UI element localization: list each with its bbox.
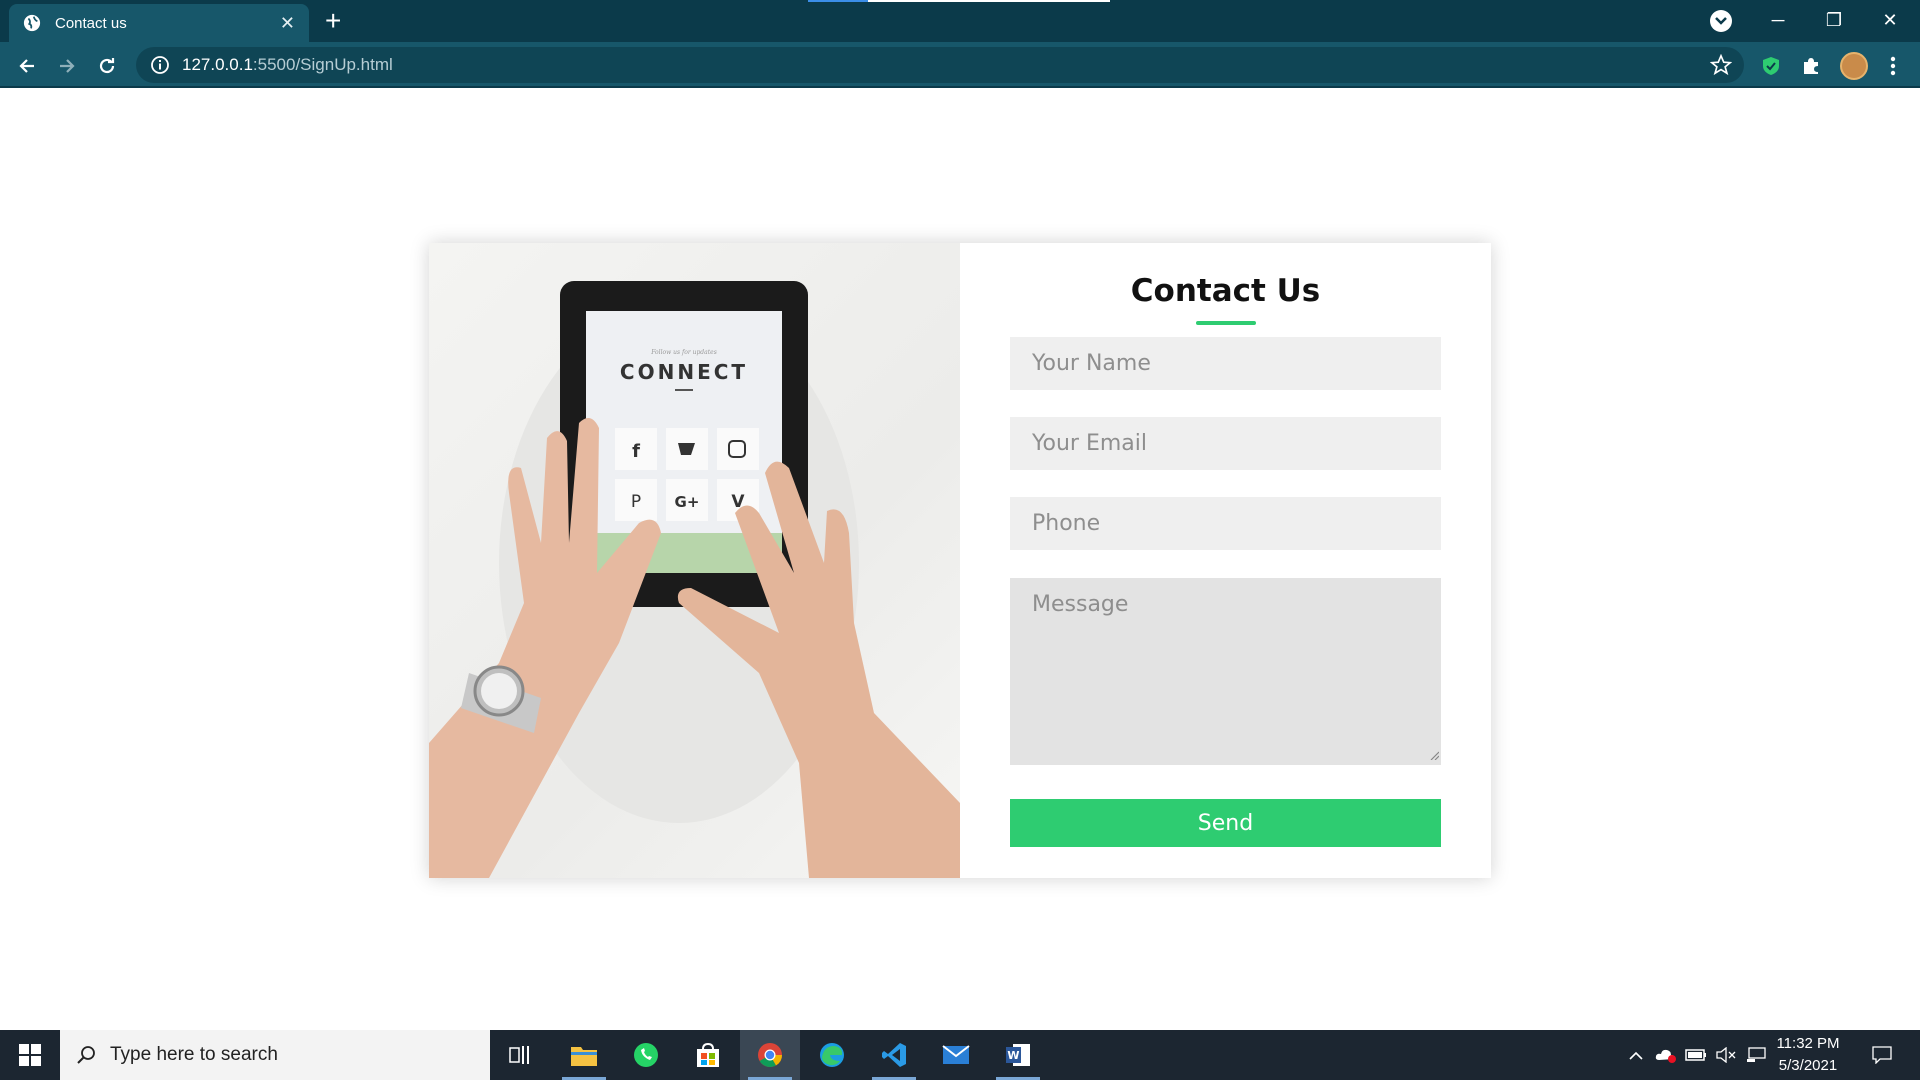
battery-icon	[1685, 1049, 1706, 1061]
folder-icon	[571, 1047, 597, 1066]
notifications-button[interactable]	[1862, 1030, 1902, 1080]
vscode-app[interactable]	[864, 1030, 924, 1080]
reload-icon	[99, 58, 115, 74]
close-window-button[interactable]: ✕	[1862, 0, 1918, 40]
globe-icon	[23, 14, 41, 32]
file-explorer-app[interactable]	[554, 1030, 614, 1080]
cloud-error-icon	[1655, 1049, 1676, 1063]
loading-bar-progress	[808, 0, 868, 2]
edge-icon	[820, 1043, 844, 1067]
mail-app[interactable]	[926, 1030, 986, 1080]
chevron-up-icon	[1629, 1051, 1643, 1060]
whatsapp-app[interactable]	[616, 1030, 676, 1080]
windows-logo-icon	[19, 1044, 41, 1066]
tablet-hands-illustration: Follow us for updates CONNECT f P G+ V	[429, 281, 960, 878]
title-underline	[1196, 321, 1256, 325]
tab-search-button[interactable]	[1710, 10, 1732, 32]
shield-icon	[1763, 57, 1779, 75]
extensions-button[interactable]	[1798, 53, 1824, 79]
profile-avatar[interactable]	[1840, 52, 1868, 80]
whatsapp-icon	[634, 1043, 658, 1067]
network-icon	[1747, 1047, 1766, 1062]
tab-close-icon[interactable]: ✕	[280, 13, 295, 34]
arrow-left-icon	[19, 59, 34, 73]
battery-tray[interactable]	[1682, 1030, 1710, 1080]
svg-text:f: f	[632, 441, 640, 462]
puzzle-icon	[1804, 58, 1818, 74]
tablet-heading: CONNECT	[620, 360, 748, 384]
volume-muted-icon	[1716, 1047, 1736, 1063]
word-icon: W	[1006, 1044, 1030, 1066]
browser-toolbar: 127.0.0.1:5500/SignUp.html	[0, 42, 1920, 88]
notification-icon	[1872, 1046, 1892, 1064]
show-hidden-icons-button[interactable]	[1622, 1030, 1650, 1080]
contact-form: Contact Us Send	[960, 243, 1491, 878]
info-icon[interactable]	[150, 55, 170, 75]
arrow-right-icon	[60, 59, 75, 73]
chrome-icon	[758, 1043, 782, 1068]
contact-card: Follow us for updates CONNECT f P G+ V C…	[429, 243, 1491, 878]
forward-button[interactable]	[53, 52, 81, 80]
chevron-down-icon	[1715, 17, 1727, 25]
task-view-button[interactable]	[490, 1030, 550, 1080]
task-view-icon	[509, 1046, 529, 1064]
phone-field[interactable]	[1010, 497, 1441, 550]
message-field[interactable]	[1010, 578, 1441, 765]
taskbar-search[interactable]	[60, 1030, 490, 1080]
reload-button[interactable]	[93, 52, 121, 80]
start-button[interactable]	[0, 1030, 60, 1080]
browser-titlebar: Contact us ✕ + ─ ❐ ✕	[0, 0, 1920, 42]
volume-tray[interactable]	[1712, 1030, 1740, 1080]
store-icon	[697, 1042, 719, 1067]
vscode-icon	[882, 1043, 906, 1067]
onedrive-tray[interactable]	[1652, 1030, 1680, 1080]
clock-date: 5/3/2021	[1778, 1057, 1838, 1074]
mail-icon	[942, 1045, 970, 1064]
svg-text:W: W	[1007, 1049, 1019, 1062]
bookmark-star-icon[interactable]	[1710, 54, 1732, 76]
windows-taskbar: W 11:32 PM 5/3/2021	[0, 1030, 1920, 1080]
address-bar[interactable]: 127.0.0.1:5500/SignUp.html	[136, 47, 1744, 83]
send-button[interactable]: Send	[1010, 799, 1441, 847]
taskbar-search-input[interactable]	[110, 1044, 470, 1066]
browser-tab[interactable]: Contact us ✕	[9, 4, 309, 42]
chrome-app[interactable]	[740, 1030, 800, 1080]
page-title: Contact Us	[1130, 273, 1321, 309]
menu-button[interactable]	[1880, 53, 1906, 79]
contact-photo: Follow us for updates CONNECT f P G+ V	[429, 243, 960, 878]
kebab-menu-icon	[1890, 56, 1896, 76]
tablet-subheading: Follow us for updates	[650, 349, 717, 356]
name-field[interactable]	[1010, 337, 1441, 390]
svg-text:P: P	[631, 492, 641, 512]
shield-extension-button[interactable]	[1758, 53, 1784, 79]
clock-time: 11:32 PM	[1776, 1035, 1840, 1052]
maximize-button[interactable]: ❐	[1806, 0, 1862, 40]
back-button[interactable]	[13, 52, 41, 80]
word-app[interactable]: W	[988, 1030, 1048, 1080]
url-host: 127.0.0.1	[182, 55, 253, 74]
new-tab-button[interactable]: +	[325, 7, 341, 35]
url-path: :5500/SignUp.html	[252, 55, 393, 74]
tab-title: Contact us	[55, 14, 127, 32]
edge-app[interactable]	[802, 1030, 862, 1080]
minimize-button[interactable]: ─	[1750, 0, 1806, 40]
svg-text:G+: G+	[675, 493, 700, 511]
microsoft-store-app[interactable]	[678, 1030, 738, 1080]
resize-grip-icon[interactable]	[1429, 750, 1439, 760]
taskbar-clock[interactable]: 11:32 PM 5/3/2021	[1772, 1033, 1844, 1077]
search-icon	[77, 1046, 95, 1064]
email-field[interactable]	[1010, 417, 1441, 470]
network-tray[interactable]	[1742, 1030, 1770, 1080]
